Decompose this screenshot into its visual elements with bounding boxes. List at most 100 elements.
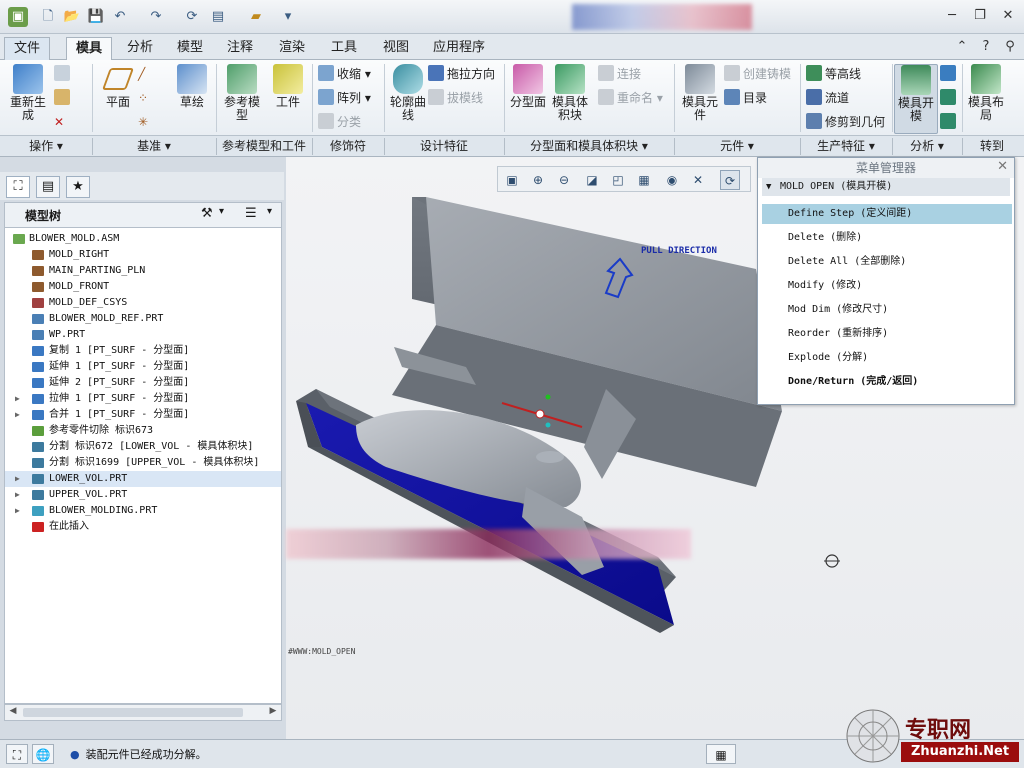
menu-item[interactable]: Explode (分解) bbox=[762, 348, 1012, 368]
windows-icon[interactable]: ▤ bbox=[208, 7, 228, 27]
zoom-in-icon[interactable]: ⊕ bbox=[528, 170, 548, 190]
regenerate-icon[interactable]: ⟳ bbox=[182, 7, 202, 27]
close-icon[interactable]: ✕ bbox=[996, 6, 1020, 26]
catalog-button[interactable]: 目录 bbox=[724, 88, 767, 108]
tab-tools[interactable]: 工具 bbox=[322, 37, 366, 60]
group-datum[interactable]: 基准 ▾ bbox=[92, 138, 216, 155]
selection-filter-icon[interactable]: ▦ bbox=[706, 744, 736, 764]
tab-folder-browser[interactable]: ▤ bbox=[36, 176, 60, 198]
scrollbar-thumb[interactable] bbox=[23, 708, 243, 717]
tree-item[interactable]: 复制 1 [PT_SURF - 分型面] bbox=[5, 343, 281, 359]
tree-item[interactable]: 分割 标识672 [LOWER_VOL - 模具体积块] bbox=[5, 439, 281, 455]
regenerate-button[interactable]: 重新生成 bbox=[6, 64, 50, 122]
tree-item[interactable]: BLOWER_MOLD_REF.PRT bbox=[5, 311, 281, 327]
group-parting[interactable]: 分型面和模具体积块 ▾ bbox=[504, 138, 674, 155]
connect-button[interactable]: 连接 bbox=[598, 64, 641, 84]
minimize-icon[interactable]: ─ bbox=[940, 6, 964, 26]
group-operations[interactable]: 操作 ▾ bbox=[0, 138, 92, 155]
thickness-check-button[interactable] bbox=[940, 112, 959, 132]
refit-icon[interactable]: ▣ bbox=[502, 170, 522, 190]
chevron-down-icon[interactable]: ▾ bbox=[219, 206, 224, 217]
expand-arrow-icon[interactable]: ▶ bbox=[15, 471, 23, 487]
pull-direction-button[interactable]: 拖拉方向 bbox=[428, 64, 495, 84]
contour-line-button[interactable]: 等高线 bbox=[806, 64, 861, 84]
expand-arrow-icon[interactable]: ▶ bbox=[15, 503, 23, 519]
spin-center-toggle-icon[interactable]: ⟳ bbox=[720, 170, 740, 190]
tab-mold[interactable]: 模具 bbox=[66, 37, 113, 60]
axis-button[interactable]: ╱ bbox=[138, 64, 145, 84]
open-icon[interactable]: 📂 bbox=[62, 7, 82, 27]
delete-button[interactable]: ✕ bbox=[54, 112, 64, 132]
expand-arrow-icon[interactable]: ▶ bbox=[15, 487, 23, 503]
saved-views-icon[interactable]: ▦ bbox=[634, 170, 654, 190]
save-icon[interactable]: 💾 bbox=[86, 7, 106, 27]
tree-item[interactable]: MAIN_PARTING_PLN bbox=[5, 263, 281, 279]
tree-item[interactable]: ▶ 合并 1 [PT_SURF - 分型面] bbox=[5, 407, 281, 423]
toggle-browser-icon[interactable]: 🌐 bbox=[32, 744, 54, 764]
view-manager-icon[interactable]: ◉ bbox=[662, 170, 682, 190]
scroll-right-icon[interactable]: ▶ bbox=[266, 706, 280, 716]
tab-annotate[interactable]: 注释 bbox=[218, 37, 262, 60]
tab-file[interactable]: 文件 bbox=[4, 37, 51, 60]
restore-icon[interactable]: ❐ bbox=[968, 6, 992, 26]
close-icon[interactable]: ✕ bbox=[997, 159, 1008, 174]
tab-model[interactable]: 模型 bbox=[168, 37, 212, 60]
tab-analysis[interactable]: 分析 bbox=[118, 37, 162, 60]
tree-item[interactable]: 在此插入 bbox=[5, 519, 281, 535]
tree-item[interactable]: BLOWER_MOLD.ASM bbox=[5, 231, 281, 247]
toggle-navigator-icon[interactable]: ⛶ bbox=[6, 744, 28, 764]
tree-item[interactable]: ▶ UPPER_VOL.PRT bbox=[5, 487, 281, 503]
tree-item[interactable]: 参考零件切除 标识673 bbox=[5, 423, 281, 439]
create-casting-button[interactable]: 创建铸模 bbox=[724, 64, 791, 84]
collapse-ribbon-icon[interactable]: ⌃ bbox=[950, 37, 974, 57]
search-icon[interactable]: ⚲ bbox=[998, 37, 1022, 57]
mold-volume-button[interactable]: 模具体积块 bbox=[548, 64, 592, 122]
menu-item[interactable]: Reorder (重新排序) bbox=[762, 324, 1012, 344]
zoom-out-icon[interactable]: ⊖ bbox=[554, 170, 574, 190]
pattern-button[interactable]: 阵列 ▾ bbox=[318, 88, 371, 108]
tree-item[interactable]: MOLD_RIGHT bbox=[5, 247, 281, 263]
sketch-button[interactable]: 草绘 bbox=[170, 64, 214, 109]
projected-area-button[interactable] bbox=[940, 88, 959, 108]
copy-button[interactable] bbox=[54, 64, 73, 84]
tree-item[interactable]: MOLD_FRONT bbox=[5, 279, 281, 295]
runner-button[interactable]: 流道 bbox=[806, 88, 849, 108]
tree-item[interactable]: ▶ 拉伸 1 [PT_SURF - 分型面] bbox=[5, 391, 281, 407]
new-icon[interactable]: 🗋 bbox=[38, 7, 58, 27]
close-window-icon[interactable]: ▰ bbox=[246, 7, 266, 27]
paste-button[interactable] bbox=[54, 88, 73, 108]
contour-curve-button[interactable]: 轮廓曲线 bbox=[386, 64, 430, 122]
app-icon[interactable]: ▣ bbox=[8, 7, 28, 27]
tree-settings-icon[interactable]: ⚒ bbox=[201, 206, 213, 221]
mold-open-button[interactable]: 模具开模 bbox=[894, 64, 938, 134]
display-style-icon[interactable]: ◰ bbox=[608, 170, 628, 190]
tree-item[interactable]: 延伸 1 [PT_SURF - 分型面] bbox=[5, 359, 281, 375]
tree-item[interactable]: ▶ LOWER_VOL.PRT bbox=[5, 471, 281, 487]
tree-item[interactable]: MOLD_DEF_CSYS bbox=[5, 295, 281, 311]
tab-favorites[interactable]: ★ bbox=[66, 176, 90, 198]
draft-line-button[interactable]: 拔模线 bbox=[428, 88, 483, 108]
datum-display-icon[interactable]: ✕ bbox=[688, 170, 708, 190]
menu-item[interactable]: Done/Return (完成/返回) bbox=[762, 372, 1012, 392]
shrink-button[interactable]: 收缩 ▾ bbox=[318, 64, 371, 84]
menu-item[interactable]: Delete All (全部删除) bbox=[762, 252, 1012, 272]
rename-button[interactable]: 重命名 ▾ bbox=[598, 88, 663, 108]
tree-item[interactable]: 分割 标识1699 [UPPER_VOL - 模具体积块] bbox=[5, 455, 281, 471]
group-production[interactable]: 生产特征 ▾ bbox=[800, 138, 892, 155]
plane-button[interactable]: 平面 bbox=[96, 64, 140, 109]
workpiece-button[interactable]: 工件 bbox=[266, 64, 310, 109]
tree-item[interactable]: 延伸 2 [PT_SURF - 分型面] bbox=[5, 375, 281, 391]
tab-applications[interactable]: 应用程序 bbox=[424, 37, 494, 60]
menu-item[interactable]: Delete (删除) bbox=[762, 228, 1012, 248]
point-button[interactable]: ⁘ bbox=[138, 88, 148, 108]
mold-component-button[interactable]: 模具元件 bbox=[678, 64, 722, 122]
model-tree[interactable]: BLOWER_MOLD.ASM MOLD_RIGHT MAIN_PARTING_PL… bbox=[4, 228, 282, 704]
repaint-icon[interactable]: ◪ bbox=[582, 170, 602, 190]
redo-icon[interactable]: ↷ bbox=[146, 7, 166, 27]
tab-view[interactable]: 视图 bbox=[374, 37, 418, 60]
mold-layout-button[interactable]: 模具布局 bbox=[964, 64, 1008, 122]
customize-icon[interactable]: ▾ bbox=[278, 7, 298, 27]
expand-arrow-icon[interactable]: ▶ bbox=[15, 407, 23, 423]
model-tree-scrollbar[interactable]: ◀ ▶ bbox=[4, 704, 282, 721]
menu-item[interactable]: Mod Dim (修改尺寸) bbox=[762, 300, 1012, 320]
